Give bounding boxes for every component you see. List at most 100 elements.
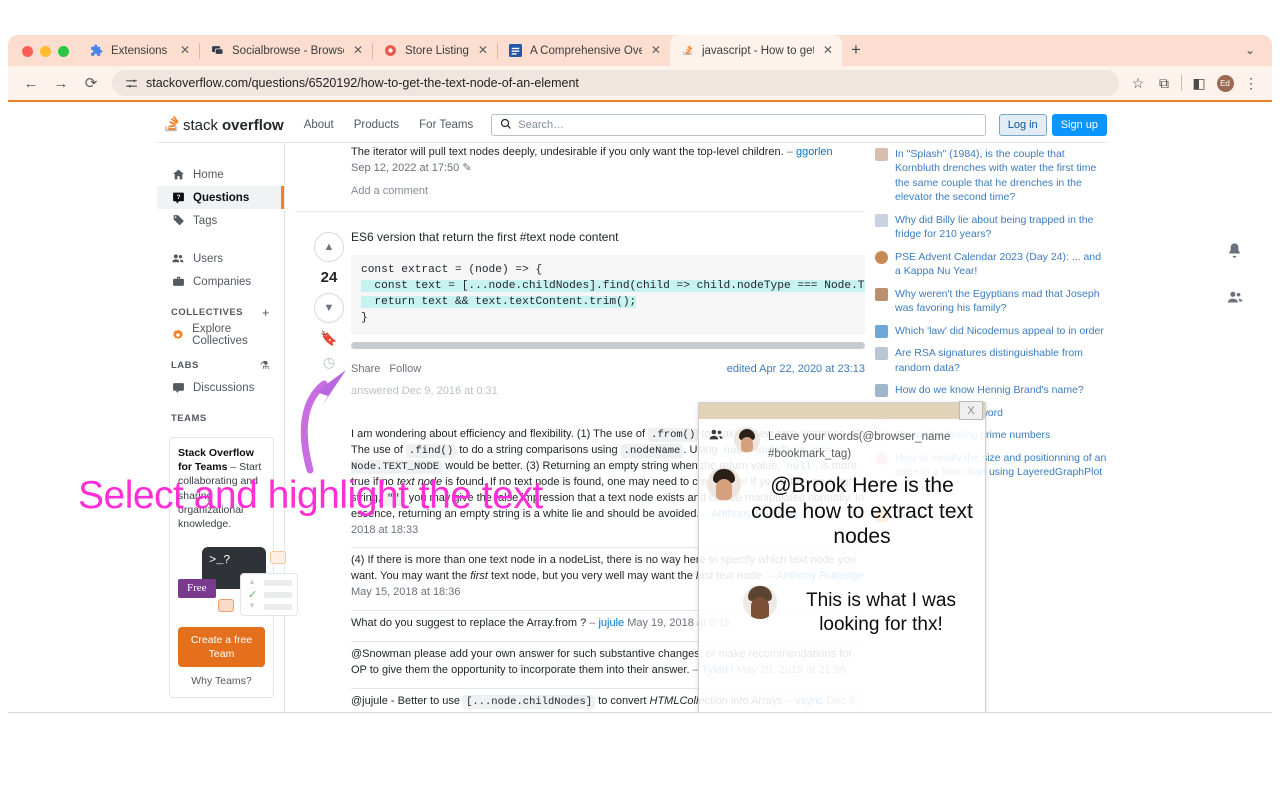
close-tab-icon[interactable]: ✕ — [821, 43, 835, 58]
browser-tab-extensions[interactable]: Extensions ✕ — [79, 35, 199, 66]
close-tab-icon[interactable]: ✕ — [649, 43, 663, 58]
address-input[interactable]: stackoverflow.com/questions/6520192/how-… — [112, 70, 1119, 96]
search-input[interactable]: Search… — [491, 114, 986, 136]
briefcase-icon — [171, 275, 185, 289]
tab-title: A Comprehensive Overview o — [529, 44, 642, 57]
code-line-selected: const text = [...node.childNodes].find(c… — [361, 279, 865, 292]
reload-button[interactable]: ⟳ — [76, 70, 106, 96]
panel-line-2 — [264, 592, 292, 599]
pencil-icon[interactable]: ✎ — [462, 162, 471, 174]
back-button[interactable]: ← — [16, 70, 46, 96]
code-block[interactable]: const extract = (node) => { const text =… — [351, 254, 865, 335]
create-free-team-button[interactable]: Create a free Team — [178, 627, 265, 668]
comment-html: What do you suggest to replace the Array… — [351, 617, 587, 629]
nav-about[interactable]: About — [294, 119, 344, 131]
why-teams-link[interactable]: Why Teams? — [178, 674, 265, 688]
extensions-icon[interactable]: ⧉ — [1151, 70, 1177, 96]
bookmark-star-icon[interactable]: ☆ — [1125, 70, 1151, 96]
hot-question-item[interactable]: Which 'law' did Nicodemus appeal to in o… — [875, 320, 1107, 342]
sidebar-item-tags[interactable]: Tags — [157, 209, 284, 232]
bookmark-icon[interactable]: 🔖 — [320, 330, 337, 347]
close-icon[interactable]: X — [959, 401, 983, 420]
browser-tab-overview[interactable]: A Comprehensive Overview o ✕ — [498, 35, 670, 66]
chrome-menu-icon[interactable]: ⋮ — [1238, 70, 1264, 96]
sidebar-item-discussions[interactable]: Discussions — [157, 376, 284, 399]
tab-strip: Extensions ✕ Socialbrowse - Browse chatt… — [8, 35, 1272, 66]
minimize-window-button[interactable] — [40, 46, 51, 57]
tag-icon — [171, 214, 185, 228]
teams-heading-row: TEAMS — [157, 407, 284, 429]
so-logo-bold: overflow — [222, 116, 284, 134]
browser-tab-stackoverflow-active[interactable]: javascript - How to get the te ✕ — [669, 35, 842, 66]
labs-heading: LABS — [171, 359, 199, 371]
maximize-window-button[interactable] — [58, 46, 69, 57]
close-window-button[interactable] — [22, 46, 33, 57]
answer-edited-timestamp[interactable]: edited Apr 22, 2020 at 23:13 — [727, 363, 865, 375]
vote-up-button[interactable]: ▲ — [314, 231, 344, 262]
hot-question-item[interactable]: Why did Billy lie about being trapped in… — [875, 209, 1107, 246]
hot-question-item[interactable]: Why weren't the Egyptians mad that Josep… — [875, 283, 1107, 320]
add-collective-icon[interactable]: + — [262, 305, 270, 320]
code-line: } — [361, 311, 368, 324]
teams-illustration: >_? ✓ ▲ ▼ Free — [178, 539, 298, 619]
sidebar-item-users[interactable]: Users — [157, 247, 284, 270]
discussions-icon — [171, 381, 185, 395]
close-tab-icon[interactable]: ✕ — [351, 43, 365, 58]
browser-tab-store-listing[interactable]: Store Listing ✕ — [373, 35, 497, 66]
sidebar-item-label: Tags — [193, 214, 218, 227]
hot-question-text: How do we know Hennig Brand's name? — [895, 384, 1084, 397]
panel-art: ✓ ▲ ▼ — [240, 573, 298, 617]
overlay-message-text: @Brook Here is the code how to extract t… — [751, 474, 973, 549]
new-tab-button[interactable]: + — [842, 36, 870, 64]
teams-heading: TEAMS — [171, 412, 207, 424]
hot-question-text: Which 'law' did Nicodemus appeal to in o… — [895, 324, 1104, 337]
login-button[interactable]: Log in — [998, 114, 1047, 136]
stackoverflow-page: stack overflow About Products For Teams S… — [8, 102, 1272, 712]
hot-question-item[interactable]: How do we know Hennig Brand's name? — [875, 379, 1107, 401]
vote-down-button[interactable]: ▼ — [314, 292, 344, 323]
overlay-title-bar[interactable]: X — [699, 401, 985, 420]
hot-question-item[interactable]: In "Splash" (1984), is the couple that K… — [875, 143, 1107, 209]
close-tab-icon[interactable]: ✕ — [178, 43, 192, 58]
hot-question-item[interactable]: PSE Advent Calendar 2023 (Day 24): ... a… — [875, 246, 1107, 283]
notifications-bell-icon[interactable] — [1226, 242, 1244, 264]
overlay-comment-composer[interactable]: Leave your words(@browser_name #bookmark… — [699, 419, 985, 464]
code-horizontal-scrollbar[interactable] — [351, 341, 865, 349]
close-tab-icon[interactable]: ✕ — [476, 43, 490, 58]
side-panel-icon[interactable]: ◧ — [1186, 70, 1212, 96]
answer-meta-hidden: answered Dec 9, 2016 at 0:31 — [351, 385, 865, 397]
overlay-message-2: This is what I was looking for thx! — [743, 585, 979, 637]
hot-question-item[interactable]: Are RSA signatures distinguishable from … — [875, 342, 1107, 379]
comment-top: The iterator will pull text nodes deeply… — [295, 143, 865, 179]
so-logo[interactable]: stack overflow — [157, 116, 294, 134]
overlay-input-placeholder[interactable]: Leave your words(@browser_name #bookmark… — [768, 427, 975, 464]
nav-for-teams[interactable]: For Teams — [409, 119, 483, 131]
nav-products[interactable]: Products — [344, 119, 409, 131]
tab-title: Store Listing — [405, 44, 469, 57]
tune-icon[interactable] — [124, 76, 138, 90]
signup-button[interactable]: Sign up — [1051, 114, 1107, 136]
users-icon — [171, 252, 185, 266]
add-a-comment-link[interactable]: Add a comment — [295, 179, 865, 207]
avatar — [743, 585, 777, 619]
tab-list-chevron-icon[interactable]: ⌄ — [1238, 38, 1262, 62]
social-annotation-overlay[interactable]: X Leave your words(@browser_name #bookma… — [698, 401, 986, 712]
screenshot-root: Extensions ✕ Socialbrowse - Browse chatt… — [0, 0, 1280, 800]
profile-avatar[interactable]: Ed — [1212, 70, 1238, 96]
comment-user-link[interactable]: ggorlen — [796, 146, 833, 158]
site-icon — [875, 384, 888, 398]
browser-tab-socialbrowse[interactable]: Socialbrowse - Browse chatt ✕ — [200, 35, 372, 66]
sidebar-item-label: Users — [193, 252, 224, 265]
question-icon: ? — [171, 191, 185, 205]
sidebar-item-home[interactable]: Home — [157, 163, 284, 186]
sidebar-item-companies[interactable]: Companies — [157, 270, 284, 293]
comment-user-link[interactable]: jujule — [598, 617, 624, 629]
site-icon — [875, 250, 888, 264]
toolbar-divider — [1181, 75, 1182, 91]
profile-initials: Ed — [1216, 74, 1234, 92]
sidebar-item-explore-collectives[interactable]: Explore Collectives — [157, 323, 284, 347]
forward-button[interactable]: → — [46, 70, 76, 96]
sidebar-item-label: Companies — [193, 275, 252, 288]
people-group-icon[interactable] — [1226, 289, 1244, 311]
sidebar-item-questions[interactable]: ? Questions — [157, 186, 284, 209]
